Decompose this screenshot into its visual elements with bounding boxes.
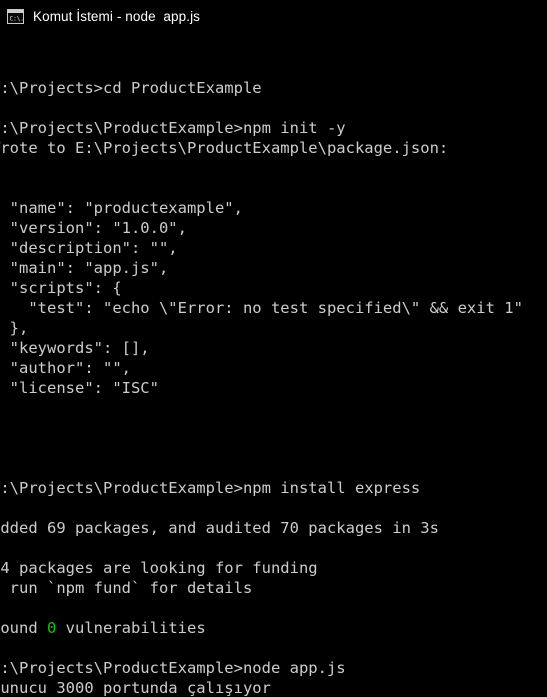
terminal-line: run `npm fund` for details <box>0 579 253 597</box>
terminal-line: "author": "", <box>0 359 131 377</box>
terminal-line: "name": "productexample", <box>0 199 243 217</box>
svg-text:C:\.: C:\. <box>10 16 24 23</box>
terminal-line: E:\Projects\ProductExample>npm install e… <box>0 479 421 497</box>
terminal-line: "scripts": { <box>0 279 122 297</box>
terminal-line: E:\Projects\ProductExample>npm init -y <box>0 119 346 137</box>
command-prompt-icon: C:\. <box>7 9 24 24</box>
terminal-line: E:\Projects\ProductExample>node app.js <box>0 659 346 677</box>
terminal-line: 14 packages are looking for funding <box>0 559 318 577</box>
terminal-line: { <box>0 178 547 198</box>
terminal-line: E:\Projects>cd ProductExample <box>0 79 262 97</box>
terminal-line: "license": "ISC" <box>0 379 159 397</box>
window-titlebar[interactable]: C:\. Komut İstemi - node app.js <box>0 0 547 33</box>
vulnerability-count: 0 <box>47 619 57 637</box>
terminal-line: "test": "echo \"Error: no test specified… <box>0 299 523 317</box>
terminal-line: } <box>0 398 547 418</box>
terminal-line: "description": "", <box>0 239 178 257</box>
terminal-line: "version": "1.0.0", <box>0 219 187 237</box>
terminal-output-area[interactable]: E:\Projects>cd ProductExample E:\Project… <box>0 33 547 697</box>
window-title: Komut İstemi - node app.js <box>33 8 201 24</box>
command-prompt-window: C:\. Komut İstemi - node app.js E:\Proje… <box>0 0 547 697</box>
terminal-line: Wrote to E:\Projects\ProductExample\pack… <box>0 139 449 157</box>
terminal-line: "main": "app.js", <box>0 259 169 277</box>
terminal-line: added 69 packages, and audited 70 packag… <box>0 519 439 537</box>
terminal-line: }, <box>9 319 29 337</box>
terminal-line: found 0 vulnerabilities <box>0 618 547 638</box>
terminal-line: "keywords": [], <box>0 339 150 357</box>
terminal-lines: E:\Projects>cd ProductExample E:\Project… <box>0 78 547 697</box>
terminal-text: vulnerabilities <box>56 619 206 637</box>
terminal-line: Sunucu 3000 portunda çalışıyor <box>0 679 271 697</box>
terminal-text: found <box>0 619 38 637</box>
